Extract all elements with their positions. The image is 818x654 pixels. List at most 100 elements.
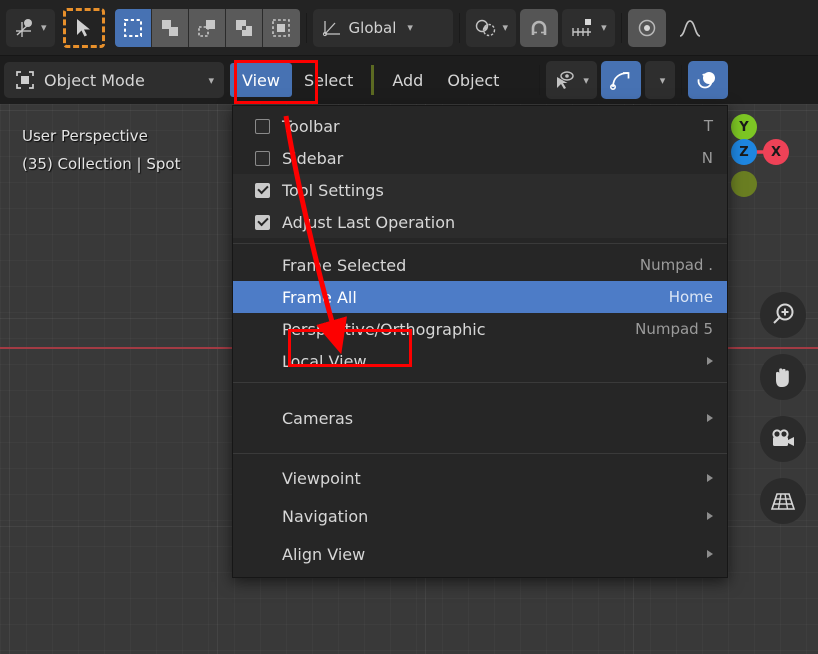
menu-item-toolbar[interactable]: Toolbar T [233,110,727,142]
menu-item-cameras[interactable]: Cameras [233,388,727,448]
gizmo-axis-neg-y[interactable] [731,171,757,197]
zoom-button[interactable] [760,292,806,338]
snap-toggle-button[interactable] [520,8,559,47]
checkbox-checked-icon[interactable] [255,214,270,230]
proportional-edit-toggle[interactable] [627,8,666,47]
checkbox-icon[interactable] [255,150,270,166]
pan-button[interactable] [760,354,806,400]
menu-item-cameras-label: Cameras [282,408,354,428]
magnifier-plus-icon [773,303,794,324]
menu-object-label: Object [447,70,500,90]
object-mode-dropdown[interactable]: Object Mode ▾ [4,62,224,98]
orientation-axes-icon [322,20,340,36]
menu-separator [233,382,727,383]
toolbar-divider [305,12,307,43]
select-intersect-icon [272,18,290,37]
menu-select-label: Select [303,70,354,90]
snap-to-dropdown[interactable]: ▾ [562,8,615,47]
select-mode-intersect[interactable] [262,8,300,47]
menu-item-perspective-orthographic[interactable]: Perspective/Orthographic Numpad 5 [233,313,727,345]
hand-icon [776,368,789,387]
submenu-arrow-icon [707,414,713,422]
menu-item-viewpoint[interactable]: Viewpoint [233,459,727,497]
checkbox-icon[interactable] [255,118,270,134]
menu-item-align-view-label: Align View [282,544,366,564]
menu-object[interactable]: Object [435,63,511,97]
pivot-point-icon [475,19,495,36]
object-visibility-dropdown[interactable]: ▾ [546,61,597,99]
menu-item-frame-selected[interactable]: Frame Selected Numpad . [233,249,727,281]
overlays-toggle-button[interactable] [687,61,728,99]
snap-increment-icon [572,18,592,36]
gizmo-icon [609,72,630,91]
gizmo-axis-x-label: X [770,144,782,160]
checkbox-checked-icon[interactable] [255,182,270,198]
viewport-scene-label: (35) Collection | Spot [22,155,181,173]
menu-item-sidebar-shortcut: N [701,149,713,167]
object-mode-icon [16,71,34,89]
menu-item-sidebar-label: Sidebar [282,148,344,168]
menu-group-1: Tool Settings Adjust Last Operation [233,174,727,238]
gizmo-options-dropdown[interactable]: ▾ [644,61,675,99]
chevron-down-icon: ▾ [659,73,666,87]
transform-orientation-dropdown[interactable]: Global ▾ [312,8,453,47]
menu-item-navigation[interactable]: Navigation [233,497,727,535]
menu-view[interactable]: View [230,63,292,97]
menu-item-local-view[interactable]: Local View [233,345,727,377]
select-subtract-icon [197,19,215,37]
menu-item-toolbar-shortcut: T [703,117,713,135]
chevron-down-icon: ▾ [407,21,413,34]
select-mode-invert[interactable] [225,8,263,47]
blender-window: ▾ Global ▾ ▾ ▾ Object Mode ▾ View Select… [0,0,818,654]
gizmo-axis-y[interactable]: Y [731,114,757,140]
menu-item-perspective-orthographic-shortcut: Numpad 5 [635,320,713,338]
gizmo-axis-y-label: Y [739,119,749,135]
proportional-falloff-dropdown[interactable] [670,9,710,47]
menu-item-tool-settings-label: Tool Settings [282,180,384,200]
toggle-ortho-button[interactable] [760,478,806,524]
header-divider [680,65,682,95]
menu-group-3: Cameras [233,388,727,448]
menu-item-viewpoint-label: Viewpoint [282,468,361,488]
active-tool-tweak[interactable] [62,7,105,48]
menu-item-align-view[interactable]: Align View [233,535,727,573]
menu-item-navigation-label: Navigation [282,506,369,526]
menu-item-toolbar-label: Toolbar [282,116,340,136]
menu-item-frame-all[interactable]: Frame All Home [233,281,727,313]
select-mode-extend[interactable] [151,8,189,47]
camera-view-button[interactable] [760,416,806,462]
gizmo-toggle-button[interactable] [600,61,641,99]
grid-perspective-icon [770,493,796,510]
gizmo-axis-z[interactable]: Z [731,139,757,165]
transform-pivot-dropdown[interactable]: ▾ [6,8,55,47]
proportional-edit-icon [638,19,655,36]
pivot-point-dropdown[interactable]: ▾ [465,8,517,47]
menu-item-frame-selected-shortcut: Numpad . [639,256,713,274]
toolbar-divider [620,12,622,43]
menu-add[interactable]: Add [380,63,435,97]
chevron-down-icon: ▾ [502,21,509,34]
gizmo-axis-x[interactable]: X [763,139,789,165]
header-accent-bar [371,65,375,95]
menu-item-frame-selected-label: Frame Selected [282,255,407,275]
chevron-down-icon: ▾ [583,73,589,87]
falloff-curve-icon [679,19,700,37]
object-mode-label: Object Mode [44,70,145,90]
submenu-arrow-icon [707,550,713,558]
chevron-down-icon: ▾ [208,73,214,87]
menu-item-sidebar[interactable]: Sidebar N [233,142,727,174]
viewport-header-row: Object Mode ▾ View Select Add Object ▾ ▾ [0,56,818,104]
menu-group-2: Frame Selected Numpad . Frame All Home P… [233,249,727,377]
menu-group-0: Toolbar T Sidebar N [233,110,727,174]
header-divider [539,65,541,95]
select-mode-subtract[interactable] [188,8,226,47]
select-invert-icon [235,19,252,36]
menu-select[interactable]: Select [292,63,365,97]
menu-item-adjust-last-operation[interactable]: Adjust Last Operation [233,206,727,238]
menu-item-perspective-orthographic-label: Perspective/Orthographic [282,319,486,339]
view-dropdown-menu: Toolbar T Sidebar N Tool Settings Adjust… [232,105,728,578]
menu-item-adjust-last-operation-label: Adjust Last Operation [282,212,456,232]
select-mode-set[interactable] [114,8,152,47]
menu-add-label: Add [392,70,424,90]
menu-item-tool-settings[interactable]: Tool Settings [233,174,727,206]
